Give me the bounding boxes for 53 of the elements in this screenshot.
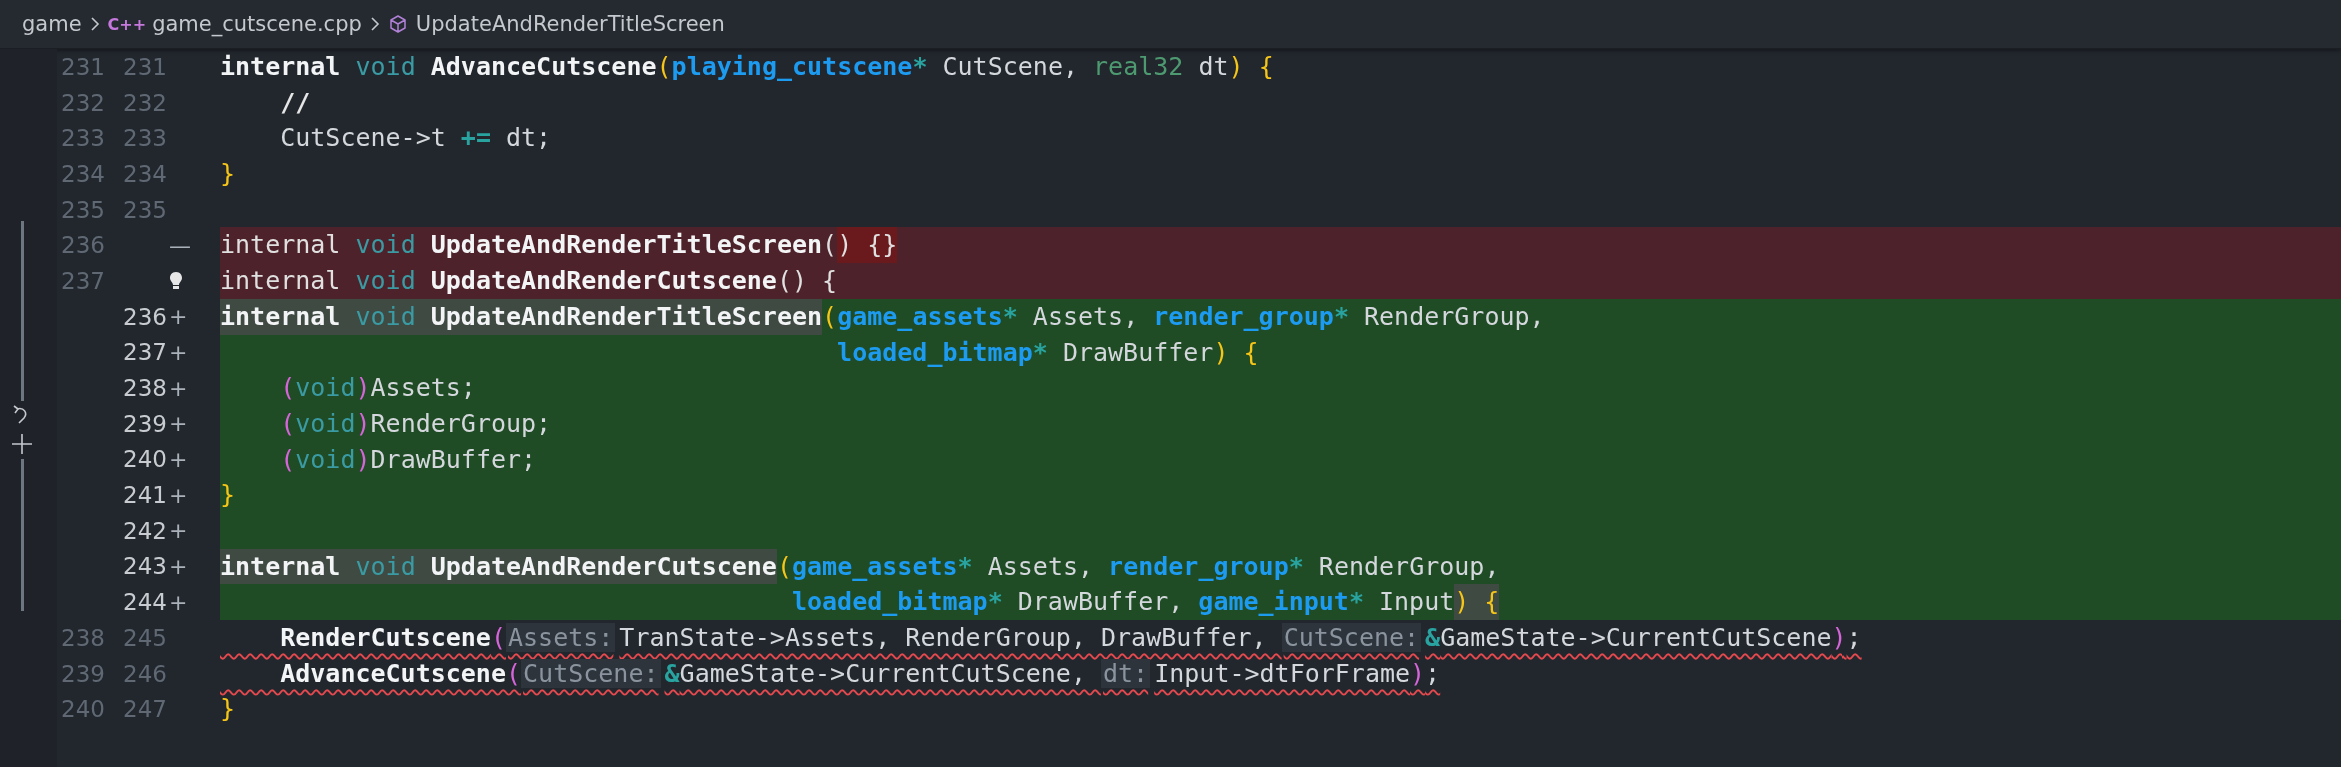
line-number: 247 (123, 696, 167, 723)
code-line: internal void AdvanceCutscene(playing_cutscene* CutScene, real32 dt) { (220, 51, 1275, 83)
line-number: 245 (123, 624, 167, 651)
line-number: 231 (61, 53, 105, 80)
diff-sign: + (169, 482, 188, 508)
line-number: 234 (61, 160, 105, 187)
code-line: } (220, 158, 237, 191)
line-number: 236 (61, 232, 105, 259)
line-number: 239 (123, 410, 167, 437)
line-number: 240 (61, 696, 105, 723)
diff-sign: — (169, 232, 191, 258)
line-number: 240 (123, 446, 167, 473)
line-number: 244 (123, 589, 167, 616)
line-number: 243 (123, 553, 167, 580)
plus-icon[interactable] (11, 433, 33, 455)
line-number: 236 (123, 303, 167, 330)
code-line: CutScene->t += dt; (279, 122, 553, 155)
diff-sign: + (169, 375, 188, 401)
line-number: 238 (61, 624, 105, 651)
line-number: 238 (123, 375, 167, 402)
line-number: 246 (123, 660, 167, 687)
chevron-icon (89, 16, 100, 32)
code-line: // (279, 86, 312, 119)
line-number: 232 (123, 89, 167, 116)
line-number: 237 (123, 339, 167, 366)
diff-sign: + (169, 304, 188, 330)
diff-sign: + (169, 553, 188, 579)
breadcrumb-item[interactable]: UpdateAndRenderTitleScreen (415, 12, 725, 36)
line-number: 237 (61, 267, 105, 294)
line-number: 231 (123, 53, 167, 80)
breadcrumb-item[interactable]: game (22, 12, 82, 36)
code-line: RenderCutscene(Assets: TranState->Assets, RenderGroup, DrawBuffer, CutScene: &GameState->CurrentCutScene); (279, 622, 1863, 654)
line-number: 235 (61, 196, 105, 223)
line-number: 233 (61, 125, 105, 152)
diff-sign: + (169, 589, 188, 615)
lightbulb-icon[interactable] (169, 270, 183, 291)
diff-sign: + (169, 411, 188, 437)
line-number: 232 (61, 89, 105, 116)
line-number: 233 (123, 125, 167, 152)
line-number: 234 (123, 160, 167, 187)
line-number: 235 (123, 196, 167, 223)
code-line: } (220, 693, 237, 726)
code-line: AdvanceCutscene(CutScene: &GameState->CurrentCutScene, dt: Input->dtForFrame); (279, 657, 1442, 690)
diff-sign: + (169, 446, 188, 472)
diff-sign: + (169, 518, 188, 544)
file-type-label: C++ (107, 14, 147, 34)
line-number: 239 (61, 660, 105, 687)
cube-icon (387, 14, 408, 34)
breadcrumb-item[interactable]: game_cutscene.cpp (152, 12, 362, 36)
diff-sign: + (169, 339, 188, 365)
chevron-icon (369, 16, 380, 32)
line-number: 242 (123, 517, 167, 544)
line-number: 241 (123, 482, 167, 509)
